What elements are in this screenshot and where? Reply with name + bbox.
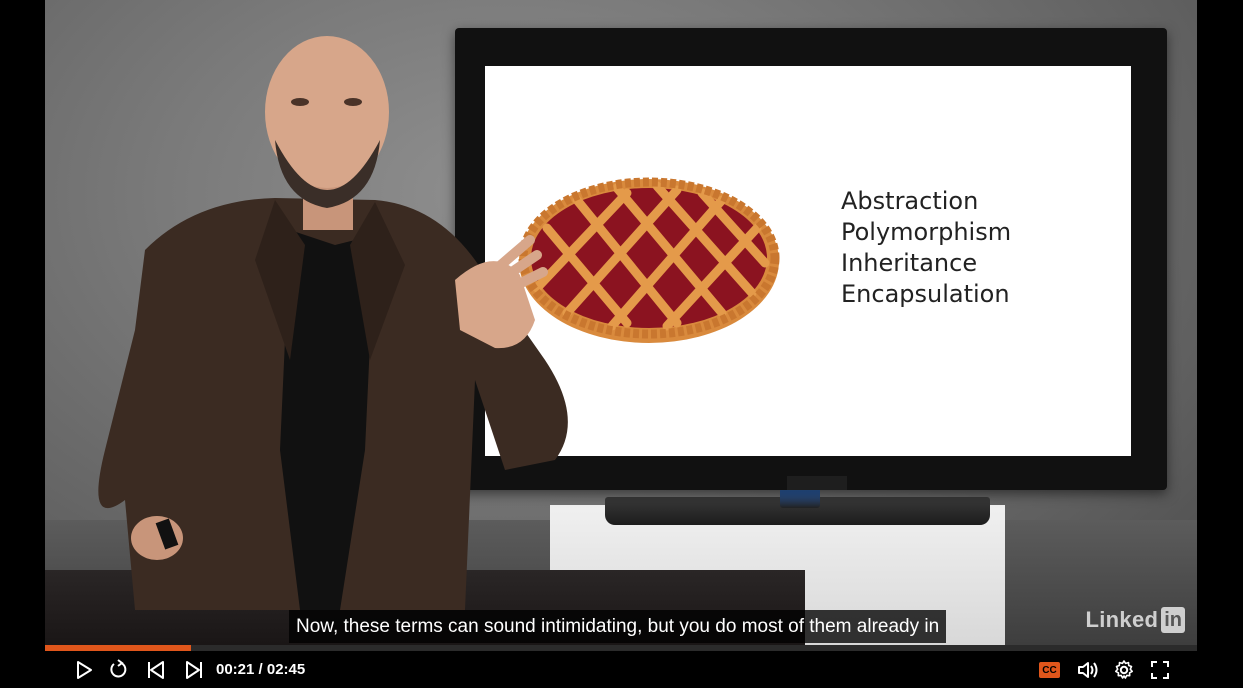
slide-terms-list: Abstraction Polymorphism Inheritance Enc… (841, 186, 1011, 310)
slide-term: Polymorphism (841, 218, 1012, 246)
slide-screen: Abstraction Polymorphism Inheritance Enc… (485, 66, 1131, 456)
watermark-box: in (1161, 607, 1185, 633)
replay-icon (110, 659, 127, 678)
previous-icon (148, 661, 164, 679)
settings-button[interactable] (1111, 657, 1137, 683)
fullscreen-button[interactable] (1147, 657, 1173, 683)
presenter-figure (98, 36, 568, 610)
play-icon (77, 661, 92, 679)
next-icon (186, 661, 202, 679)
captions-button[interactable]: CC (1039, 662, 1060, 678)
watermark-word: Linked (1085, 607, 1159, 632)
subtitle-caption: Now, these terms can sound intimidating,… (289, 610, 947, 643)
slide-term: Encapsulation (841, 280, 1010, 308)
tv-logo-bar (787, 476, 847, 490)
replay-button[interactable] (105, 657, 131, 683)
volume-button[interactable] (1075, 657, 1101, 683)
gear-icon (1115, 660, 1133, 679)
fullscreen-icon (1151, 661, 1169, 679)
slide-term: Abstraction (841, 187, 979, 215)
next-button[interactable] (181, 657, 207, 683)
previous-button[interactable] (143, 657, 169, 683)
video-frame[interactable]: Abstraction Polymorphism Inheritance Enc… (45, 0, 1197, 645)
video-player: Abstraction Polymorphism Inheritance Enc… (0, 0, 1243, 688)
control-bar: 00:21 / 02:45 CC (45, 651, 1197, 688)
time-display: 00:21 / 02:45 (216, 661, 306, 678)
linkedin-watermark: Linked in (1086, 607, 1185, 633)
volume-icon (1078, 662, 1098, 678)
slide-term: Inheritance (841, 249, 978, 277)
play-button[interactable] (71, 657, 97, 683)
